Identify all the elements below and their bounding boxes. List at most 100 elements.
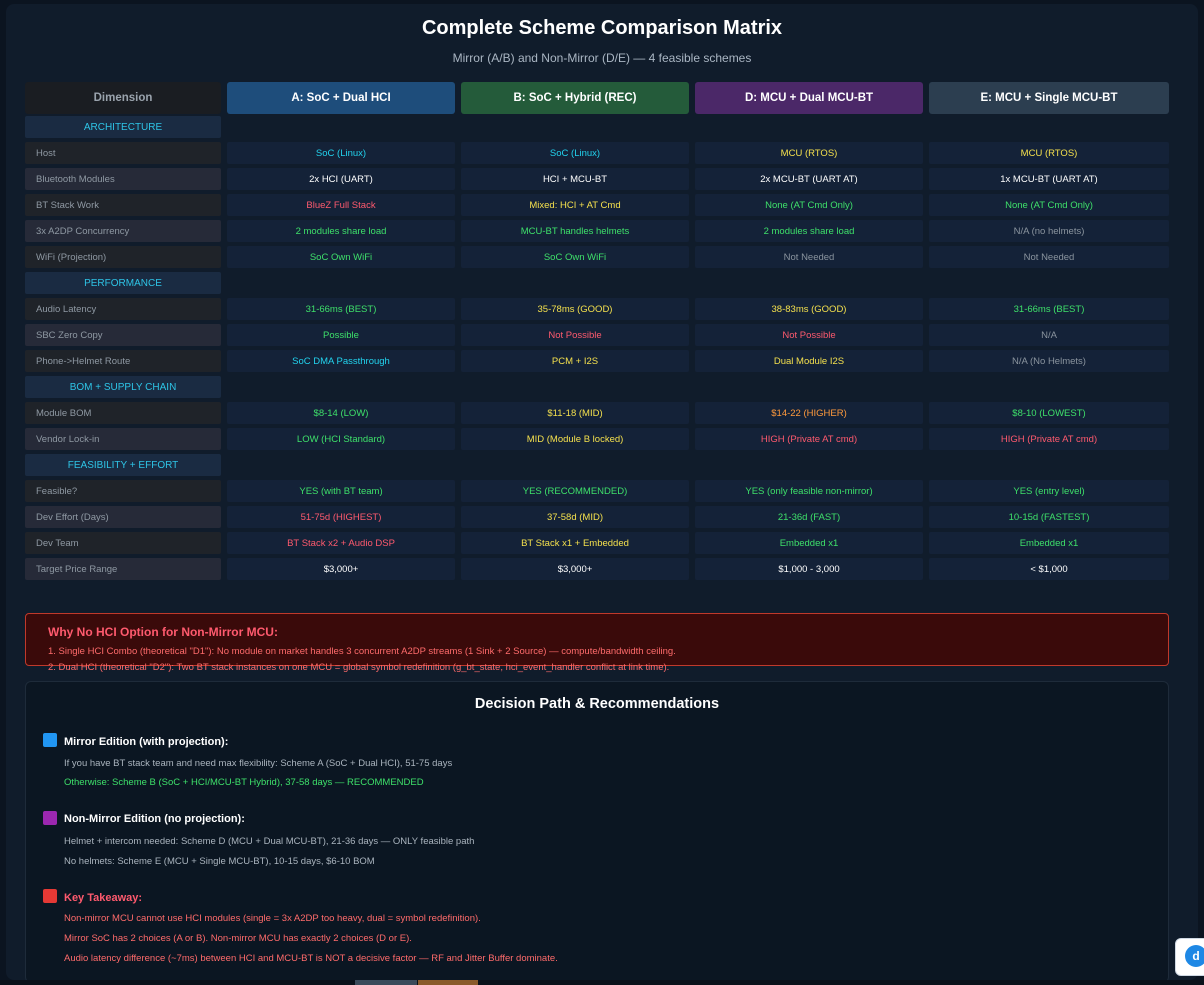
cell-a2dp-e: N/A (no helmets) — [929, 220, 1169, 242]
cell-module-bom-d: $14-22 (HIGHER) — [695, 402, 923, 424]
page-subtitle: Mirror (A/B) and Non-Mirror (D/E) — 4 fe… — [452, 51, 752, 65]
cell-team-e: Embedded x1 — [929, 532, 1169, 554]
cell-effort-a: 51-75d (HIGHEST) — [227, 506, 455, 528]
comparison-matrix: Dimension A: SoC + Dual HCI B: SoC + Hyb… — [25, 82, 1169, 582]
cell-lockin-d: HIGH (Private AT cmd) — [695, 428, 923, 450]
cell-bt-modules-a: 2x HCI (UART) — [227, 168, 455, 190]
row-label-module-bom: Module BOM — [25, 402, 221, 424]
cell-bt-stack-d: None (AT Cmd Only) — [695, 194, 923, 216]
nonmirror-heading: Non-Mirror Edition (no projection): — [64, 813, 245, 825]
warning-panel: Why No HCI Option for Non-Mirror MCU: 1.… — [25, 613, 1169, 673]
cell-bt-stack-b: Mixed: HCI + AT Cmd — [461, 194, 689, 216]
decision-panel: Decision Path & Recommendations Mirror E… — [25, 681, 1169, 983]
nonmirror-line: Helmet + intercom needed: Scheme D (MCU … — [64, 836, 475, 847]
column-header-dimension: Dimension — [25, 82, 221, 114]
cell-host-a: SoC (Linux) — [227, 142, 455, 164]
cell-latency-b: 35-78ms (GOOD) — [461, 298, 689, 320]
mirror-heading: Mirror Edition (with projection): — [64, 736, 229, 748]
cell-module-bom-e: $8-10 (LOWEST) — [929, 402, 1169, 424]
cell-sbc-e: N/A — [929, 324, 1169, 346]
row-label-feasible: Feasible? — [25, 480, 221, 502]
row-label-route: Phone->Helmet Route — [25, 350, 221, 372]
cell-bt-stack-a: BlueZ Full Stack — [227, 194, 455, 216]
cell-price-e: < $1,000 — [929, 558, 1169, 580]
cell-host-b: SoC (Linux) — [461, 142, 689, 164]
cell-route-e: N/A (No Helmets) — [929, 350, 1169, 372]
mirror-marker-icon — [43, 733, 57, 747]
cell-latency-d: 38-83ms (GOOD) — [695, 298, 923, 320]
row-label-team: Dev Team — [25, 532, 221, 554]
bottom-tab[interactable] — [418, 980, 478, 985]
row-label-a2dp: 3x A2DP Concurrency — [25, 220, 221, 242]
cell-wifi-a: SoC Own WiFi — [227, 246, 455, 268]
cell-feasible-d: YES (only feasible non-mirror) — [695, 480, 923, 502]
column-header-scheme-e: E: MCU + Single MCU-BT — [929, 82, 1169, 114]
cell-latency-e: 31-66ms (BEST) — [929, 298, 1169, 320]
nonmirror-line: No helmets: Scheme E (MCU + Single MCU-B… — [64, 856, 375, 867]
page-title: Complete Scheme Comparison Matrix — [421, 17, 783, 39]
cell-sbc-d: Not Possible — [695, 324, 923, 346]
cell-feasible-b: YES (RECOMMENDED) — [461, 480, 689, 502]
cell-route-a: SoC DMA Passthrough — [227, 350, 455, 372]
takeaway-line: Non-mirror MCU cannot use HCI modules (s… — [64, 913, 481, 924]
cell-a2dp-d: 2 modules share load — [695, 220, 923, 242]
row-label-bt-stack: BT Stack Work — [25, 194, 221, 216]
takeaway-heading: Key Takeaway: — [64, 892, 143, 904]
cell-wifi-d: Not Needed — [695, 246, 923, 268]
cell-sbc-b: Not Possible — [461, 324, 689, 346]
row-label-sbc: SBC Zero Copy — [25, 324, 221, 346]
cell-price-a: $3,000+ — [227, 558, 455, 580]
warning-line: 1. Single HCI Combo (theoretical "D1"): … — [48, 646, 676, 657]
cell-wifi-e: Not Needed — [929, 246, 1169, 268]
mirror-line: Otherwise: Scheme B (SoC + HCI/MCU-BT Hy… — [64, 777, 424, 788]
cell-latency-a: 31-66ms (BEST) — [227, 298, 455, 320]
cell-lockin-b: MID (Module B locked) — [461, 428, 689, 450]
section-architecture: ARCHITECTURE — [25, 116, 221, 138]
mirror-line: If you have BT stack team and need max f… — [64, 758, 453, 769]
row-label-bt-modules: Bluetooth Modules — [25, 168, 221, 190]
bottom-scroll-track — [0, 980, 1204, 985]
row-label-wifi: WiFi (Projection) — [25, 246, 221, 268]
cell-bt-modules-b: HCI + MCU-BT — [461, 168, 689, 190]
takeaway-line: Audio latency difference (~7ms) between … — [64, 953, 558, 964]
column-header-scheme-b: B: SoC + Hybrid (REC) — [461, 82, 689, 114]
nonmirror-marker-icon — [43, 811, 57, 825]
takeaway-marker-icon — [43, 889, 57, 903]
cell-team-d: Embedded x1 — [695, 532, 923, 554]
cell-module-bom-b: $11-18 (MID) — [461, 402, 689, 424]
cell-feasible-a: YES (with BT team) — [227, 480, 455, 502]
cell-effort-e: 10-15d (FASTEST) — [929, 506, 1169, 528]
section-performance: PERFORMANCE — [25, 272, 221, 294]
cell-sbc-a: Possible — [227, 324, 455, 346]
cell-host-e: MCU (RTOS) — [929, 142, 1169, 164]
cell-feasible-e: YES (entry level) — [929, 480, 1169, 502]
cell-route-b: PCM + I2S — [461, 350, 689, 372]
cell-effort-b: 37-58d (MID) — [461, 506, 689, 528]
assistant-widget-button[interactable]: d — [1175, 938, 1204, 976]
section-bom: BOM + SUPPLY CHAIN — [25, 376, 221, 398]
warning-title: Why No HCI Option for Non-Mirror MCU: — [48, 625, 278, 639]
decision-title: Decision Path & Recommendations — [474, 696, 720, 712]
row-label-latency: Audio Latency — [25, 298, 221, 320]
section-feasibility: FEASIBILITY + EFFORT — [25, 454, 221, 476]
warning-line: 2. Dual HCI (theoretical "D2"): Two BT s… — [48, 662, 670, 673]
row-label-lockin: Vendor Lock-in — [25, 428, 221, 450]
cell-module-bom-a: $8-14 (LOW) — [227, 402, 455, 424]
bottom-tab[interactable] — [355, 980, 417, 985]
assistant-logo-icon: d — [1185, 945, 1204, 967]
cell-bt-modules-e: 1x MCU-BT (UART AT) — [929, 168, 1169, 190]
row-label-price: Target Price Range — [25, 558, 221, 580]
